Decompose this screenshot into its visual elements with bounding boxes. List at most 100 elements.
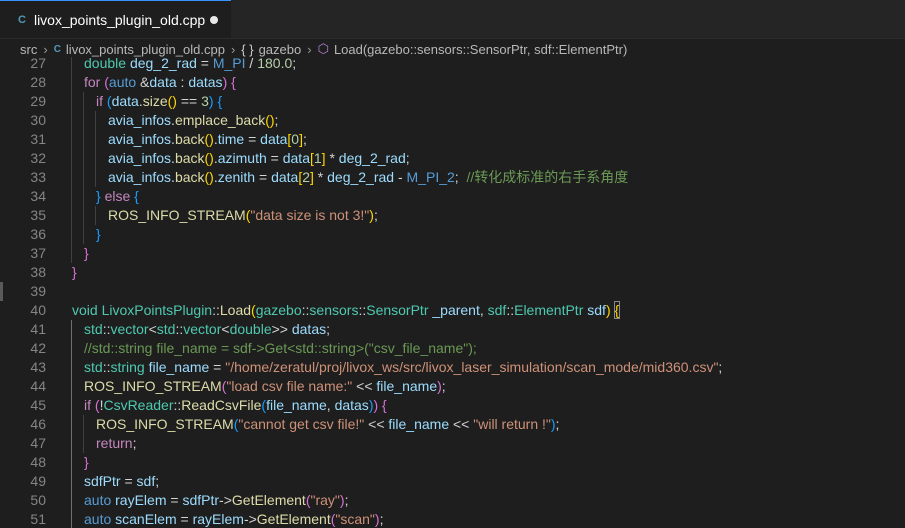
gutter-fold-marker [0, 282, 3, 301]
code-token: "data size is not 3!" [250, 207, 370, 223]
code-text: for (auto &data : datas) { [84, 73, 236, 92]
code-line[interactable]: 35 ROS_INFO_STREAM("data size is not 3!")… [0, 206, 905, 225]
breadcrumb-file[interactable]: livox_points_plugin_old.cpp [66, 42, 225, 57]
code-line[interactable]: 46 ROS_INFO_STREAM("cannot get csv file!"… [0, 415, 905, 434]
code-token: ElementPtr [514, 302, 584, 318]
chevron-right-icon: › [230, 41, 236, 57]
indent-guide [83, 168, 84, 187]
code-line[interactable]: 49 sdfPtr = sdf; [0, 472, 905, 491]
code-token: < [148, 321, 157, 337]
code-line[interactable]: 42 //std::string file_name = sdf->Get<std… [0, 339, 905, 358]
code-line[interactable]: 31 avia_infos.back().time = data[0]; [0, 130, 905, 149]
indent-guide [71, 339, 72, 358]
code-token: SensorPtr [366, 302, 429, 318]
code-token: double [84, 57, 127, 71]
code-token: = [255, 169, 272, 185]
code-line[interactable]: 40 void LivoxPointsPlugin::Load(gazebo::s… [0, 301, 905, 320]
cpp-file-icon: C [53, 43, 61, 55]
code-text: avia_infos.back().zenith = data[2] * deg… [108, 168, 628, 187]
code-line[interactable]: 37} [0, 244, 905, 263]
code-editor[interactable]: 27 double deg_2_rad = M_PI / 180.0; 28 for … [0, 57, 905, 528]
code-token: //std::string file_name = sdf->Get<std::… [84, 340, 477, 356]
indent-guide [71, 320, 72, 339]
code-token: file_name [388, 416, 450, 432]
code-token: & [136, 74, 150, 90]
code-token: else [104, 188, 131, 204]
code-token: :: [212, 302, 220, 318]
code-token: datas [291, 321, 327, 337]
code-token: GetElement [256, 511, 331, 527]
line-number: 39 [30, 283, 46, 299]
code-token: 180.0 [257, 57, 293, 71]
code-token: ; [132, 435, 137, 451]
line-number: 41 [30, 321, 46, 337]
code-token: auto [84, 492, 112, 508]
code-line[interactable]: 36} [0, 225, 905, 244]
code-token: vector [183, 321, 222, 337]
code-line[interactable]: 44 ROS_INFO_STREAM("load csv file name:" … [0, 377, 905, 396]
code-text: } [84, 453, 89, 472]
code-token: deg_2_rad [327, 169, 395, 185]
indent-guide [71, 187, 72, 206]
code-token: () [167, 93, 177, 109]
indent-guide [71, 92, 72, 111]
code-line[interactable]: 34} else { [0, 187, 905, 206]
code-line[interactable]: 29 if (data.size() == 3) { [0, 92, 905, 111]
code-token: datas [188, 74, 223, 90]
indent-guide [83, 415, 84, 434]
code-token: ; [344, 492, 349, 508]
code-line[interactable]: 39 [0, 282, 905, 301]
breadcrumb-method[interactable]: Load(gazebo::sensors::SensorPtr, sdf::El… [334, 42, 627, 57]
code-token: ; [326, 321, 330, 337]
code-token: = [244, 131, 261, 147]
code-token: M_PI [212, 57, 246, 71]
indent-guide [71, 434, 72, 453]
code-line[interactable]: 41 std::vector<std::vector<double>> datas… [0, 320, 905, 339]
line-number: 27 [30, 57, 46, 71]
code-line[interactable]: 27 double deg_2_rad = M_PI / 180.0; [0, 57, 905, 73]
code-token: ; [718, 359, 723, 375]
code-line[interactable]: 48} [0, 453, 905, 472]
code-line[interactable]: 45 if (!CsvReader::ReadCsvFile(file_name,… [0, 396, 905, 415]
code-line[interactable]: 47 return; [0, 434, 905, 453]
breadcrumb-namespace[interactable]: gazebo [259, 42, 302, 57]
code-line[interactable]: 33 avia_infos.back().zenith = data[2] * d… [0, 168, 905, 187]
code-token: ; [454, 169, 467, 185]
code-text: double deg_2_rad = M_PI / 180.0; [84, 57, 296, 73]
indent-guide [71, 168, 72, 187]
code-token: Load [219, 302, 252, 318]
code-token: rayElem [192, 511, 244, 527]
code-token: "scan" [335, 511, 375, 527]
code-text: if (data.size() == 3) { [96, 92, 222, 111]
code-line[interactable]: 28 for (auto &data : datas) { [0, 73, 905, 92]
code-text: avia_infos.back().time = data[0]; [108, 130, 307, 149]
tab-livox-points-plugin-old[interactable]: C livox_points_plugin_old.cpp [0, 0, 231, 38]
code-token: ; [555, 416, 560, 432]
unsaved-dot-icon[interactable] [210, 16, 218, 24]
code-line[interactable]: 51 auto scanElem = rayElem->GetElement("s… [0, 510, 905, 528]
code-token: { [217, 93, 223, 109]
code-text: auto scanElem = rayElem->GetElement("sca… [84, 510, 383, 528]
indent-guide [71, 206, 72, 225]
code-token: sdf [136, 473, 156, 489]
code-line[interactable]: 30 avia_infos.emplace_back(); [0, 111, 905, 130]
line-number: 37 [30, 245, 46, 261]
code-token: = [166, 492, 183, 508]
code-token: , [479, 302, 488, 318]
code-line[interactable]: 38} [0, 263, 905, 282]
code-line[interactable]: 43 std::string file_name = "/home/zeratul… [0, 358, 905, 377]
code-token: ; [373, 207, 378, 223]
indent-guide [71, 111, 72, 130]
code-line[interactable]: 32 avia_infos.back().azimuth = data[1] * … [0, 149, 905, 168]
line-number: 30 [30, 112, 46, 128]
code-token: if [84, 397, 91, 413]
indent-guide [71, 225, 72, 244]
code-token: -> [219, 492, 232, 508]
code-token: LivoxPointsPlugin [101, 302, 213, 318]
code-line[interactable]: 50 auto rayElem = sdfPtr->GetElement("ray… [0, 491, 905, 510]
code-token: avia_infos [108, 131, 172, 147]
code-lines: 27 double deg_2_rad = M_PI / 180.0; 28 for … [0, 57, 905, 528]
indent-guide [95, 149, 96, 168]
indent-guide [71, 73, 72, 92]
breadcrumb-folder[interactable]: src [20, 42, 37, 57]
